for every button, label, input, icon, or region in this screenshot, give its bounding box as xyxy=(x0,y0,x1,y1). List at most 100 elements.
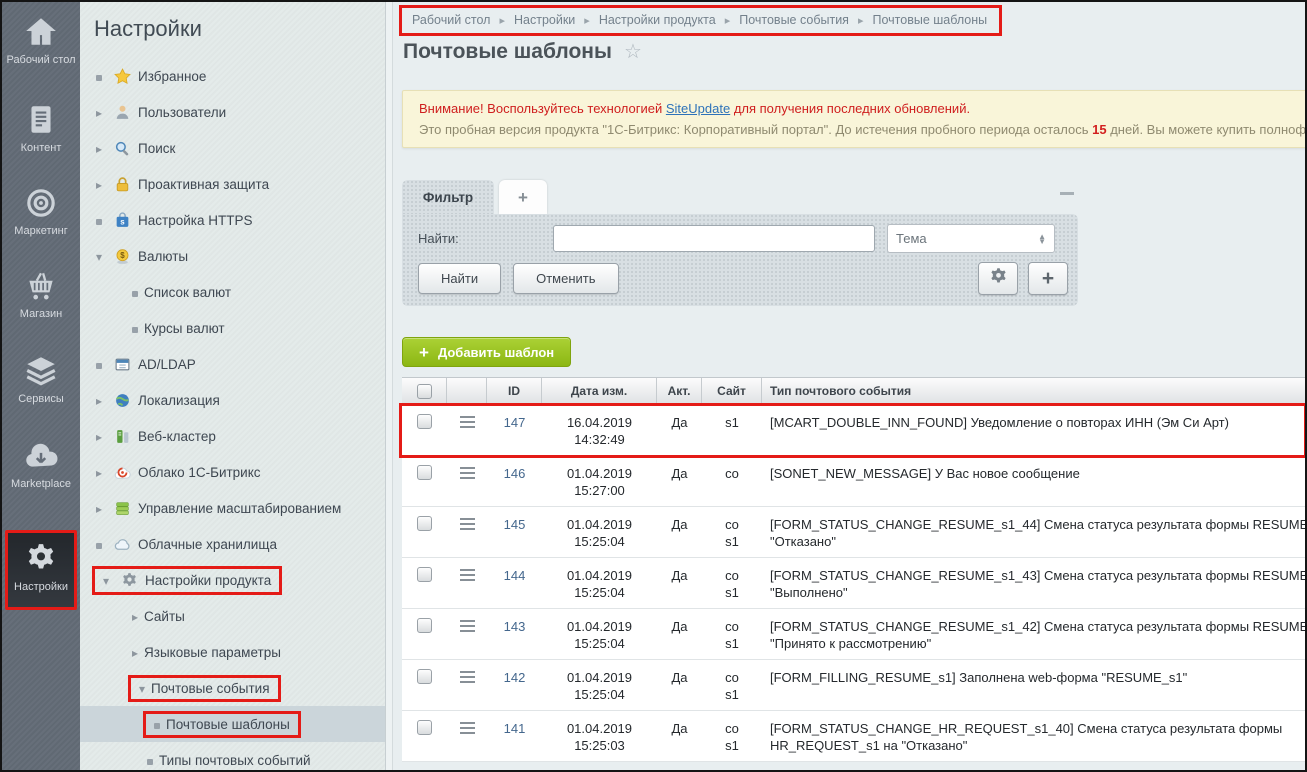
sidebar-title: Настройки xyxy=(80,2,385,58)
collapse-arrow-icon xyxy=(92,249,106,264)
cancel-button[interactable]: Отменить xyxy=(513,263,618,294)
row-checkbox[interactable] xyxy=(417,669,432,684)
row-checkbox[interactable] xyxy=(417,720,432,735)
row-id-link[interactable]: 143 xyxy=(504,619,526,634)
sidebar-item-mail-templates[interactable]: Почтовые шаблоны xyxy=(80,706,385,742)
breadcrumb-item-mail-events[interactable]: Почтовые события xyxy=(739,13,849,27)
row-id-link[interactable]: 142 xyxy=(504,670,526,685)
sidebar-item-cloud-storage[interactable]: Облачные хранилища xyxy=(80,526,385,562)
row-id-link[interactable]: 147 xyxy=(504,415,526,430)
row-date: 01.04.201915:25:03 xyxy=(542,711,657,761)
row-menu-icon[interactable] xyxy=(460,722,475,734)
sidebar-item-currency-rates[interactable]: Курсы валют xyxy=(80,310,385,346)
sidebar-item-https[interactable]: sНастройка HTTPS xyxy=(80,202,385,238)
row-id-link[interactable]: 144 xyxy=(504,568,526,583)
bullet-marker xyxy=(128,285,142,300)
header-event-type[interactable]: Тип почтового события xyxy=(762,378,1307,404)
sidebar-divider xyxy=(385,2,393,770)
sidebar-item-sites[interactable]: Сайты xyxy=(80,598,385,634)
sidebar-item-language-params[interactable]: Языковые параметры xyxy=(80,634,385,670)
header-active[interactable]: Акт. xyxy=(657,378,702,404)
breadcrumb-item-settings[interactable]: Настройки xyxy=(514,13,575,27)
row-menu-icon[interactable] xyxy=(460,671,475,683)
breadcrumb-item-product-settings[interactable]: Настройки продукта xyxy=(599,13,716,27)
row-active: Да xyxy=(657,609,702,659)
row-checkbox[interactable] xyxy=(417,516,432,531)
row-menu-icon[interactable] xyxy=(460,518,475,530)
sidebar-item-product-settings[interactable]: Настройки продукта xyxy=(80,562,385,598)
row-site: cos1 xyxy=(702,711,762,761)
row-date: 01.04.201915:25:04 xyxy=(542,558,657,608)
row-menu-icon[interactable] xyxy=(460,467,475,479)
rail-item-marketplace[interactable]: Marketplace xyxy=(2,438,80,491)
rail-item-services[interactable]: Сервисы xyxy=(2,353,80,406)
rail-item-label: Контент xyxy=(2,142,80,155)
rail-item-marketing[interactable]: Маркетинг xyxy=(2,185,80,238)
row-id-link[interactable]: 141 xyxy=(504,721,526,736)
settings-sidebar: Настройки Избранное Пользователи Поиск П… xyxy=(80,2,385,770)
row-active: Да xyxy=(657,507,702,557)
header-site[interactable]: Сайт xyxy=(702,378,762,404)
filter-tab[interactable]: Фильтр xyxy=(402,180,494,214)
trial-days-left: 15 xyxy=(1092,122,1106,137)
favorite-star-icon[interactable]: ☆ xyxy=(624,39,642,64)
home-icon xyxy=(23,14,59,50)
expand-arrow-icon xyxy=(128,609,142,624)
breadcrumb-separator-icon: ▸ xyxy=(499,14,505,27)
sidebar-item-adldap[interactable]: AD/LDAP xyxy=(80,346,385,382)
row-id-link[interactable]: 145 xyxy=(504,517,526,532)
row-menu-icon[interactable] xyxy=(460,416,475,428)
sidebar-item-bitrix-cloud[interactable]: Облако 1С-Битрикс xyxy=(80,454,385,490)
row-checkbox[interactable] xyxy=(417,618,432,633)
add-template-button[interactable]: + Добавить шаблон xyxy=(402,337,571,367)
expand-arrow-icon xyxy=(92,501,106,516)
add-filter-tab-button[interactable]: + xyxy=(499,180,547,214)
filter-settings-button[interactable] xyxy=(978,262,1018,295)
sidebar-item-mail-event-types[interactable]: Типы почтовых событий xyxy=(80,742,385,772)
sidebar-item-favorites[interactable]: Избранное xyxy=(80,58,385,94)
header-date[interactable]: Дата изм. xyxy=(542,378,657,404)
row-date: 01.04.201915:25:04 xyxy=(542,660,657,710)
sidebar-item-proactive-protection[interactable]: Проактивная защита xyxy=(80,166,385,202)
search-input[interactable] xyxy=(553,225,875,252)
breadcrumb-item-desktop[interactable]: Рабочий стол xyxy=(412,13,490,27)
annotation-box-mail-events: Почтовые события xyxy=(128,675,281,702)
rail-item-settings[interactable]: Настройки xyxy=(5,530,77,610)
row-site: cos1 xyxy=(702,660,762,710)
table-row: 143 01.04.201915:25:04 Да cos1 [FORM_STA… xyxy=(402,609,1307,660)
bullet-marker xyxy=(92,357,106,372)
find-button[interactable]: Найти xyxy=(418,263,501,294)
row-date: 01.04.201915:25:04 xyxy=(542,507,657,557)
rail-item-store[interactable]: Магазин xyxy=(2,268,80,321)
rail-item-content[interactable]: Контент xyxy=(2,102,80,155)
breadcrumb-item-mail-templates[interactable]: Почтовые шаблоны xyxy=(872,13,987,27)
header-menu-cell xyxy=(447,378,487,404)
row-checkbox[interactable] xyxy=(417,465,432,480)
row-checkbox[interactable] xyxy=(417,414,432,429)
header-id[interactable]: ID xyxy=(487,378,542,404)
select-all-checkbox-cell xyxy=(402,378,447,404)
row-id-link[interactable]: 146 xyxy=(504,466,526,481)
sidebar-item-webcluster[interactable]: Веб-кластер xyxy=(80,418,385,454)
table-row: 145 01.04.201915:25:04 Да cos1 [FORM_STA… xyxy=(402,507,1307,558)
sidebar-item-scaling[interactable]: Управление масштабированием xyxy=(80,490,385,526)
collapse-filter-button[interactable] xyxy=(1060,192,1074,195)
field-select[interactable]: Тема ▲▼ xyxy=(887,224,1055,253)
row-checkbox[interactable] xyxy=(417,567,432,582)
rail-item-desktop[interactable]: Рабочий стол xyxy=(2,14,80,67)
sidebar-item-currency-list[interactable]: Список валют xyxy=(80,274,385,310)
table-row: 147 16.04.201914:32:49 Да s1 [MCART_DOUB… xyxy=(402,405,1307,456)
table-row: 144 01.04.201915:25:04 Да cos1 [FORM_STA… xyxy=(402,558,1307,609)
sidebar-item-search[interactable]: Поиск xyxy=(80,130,385,166)
row-menu-icon[interactable] xyxy=(460,620,475,632)
siteupdate-link[interactable]: SiteUpdate xyxy=(666,101,730,116)
add-filter-field-button[interactable]: + xyxy=(1028,262,1068,295)
select-all-checkbox[interactable] xyxy=(417,384,432,399)
sidebar-item-localization[interactable]: Локализация xyxy=(80,382,385,418)
sidebar-item-currencies[interactable]: $Валюты xyxy=(80,238,385,274)
sidebar-item-mail-events[interactable]: Почтовые события xyxy=(80,670,385,706)
sidebar-item-users[interactable]: Пользователи xyxy=(80,94,385,130)
scaling-servers-icon xyxy=(114,500,131,517)
plus-icon: + xyxy=(518,189,528,206)
row-menu-icon[interactable] xyxy=(460,569,475,581)
